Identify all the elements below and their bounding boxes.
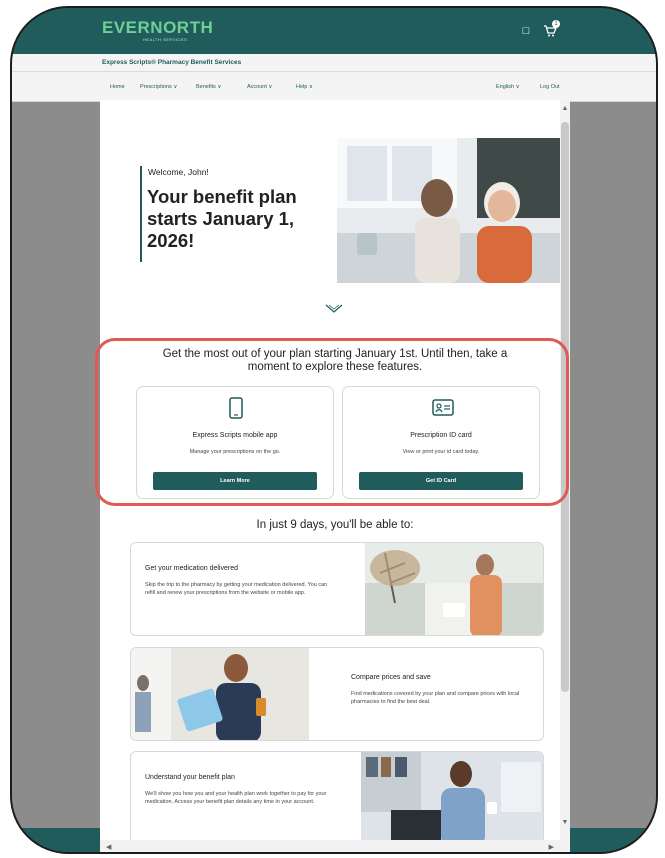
brand-bar: Express Scripts® Pharmacy Benefit Servic…	[12, 54, 656, 72]
welcome-text: Welcome, John!	[148, 167, 209, 177]
feature-delivery: Get your medication delivered Skip the t…	[130, 542, 544, 636]
main-nav: Home Prescriptions ∨ Benefits ∨ Account …	[12, 72, 656, 102]
scroll-left-icon[interactable]: ◀	[106, 843, 111, 851]
nav-help[interactable]: Help ∨	[296, 84, 313, 90]
benefit-plan-photo	[361, 752, 543, 844]
chevron-down-icon[interactable]	[325, 304, 343, 317]
nav-account[interactable]: Account ∨	[247, 84, 272, 90]
nav-home[interactable]: Home	[110, 84, 125, 90]
countdown-heading: In just 9 days, you'll be able to:	[256, 519, 414, 531]
brand-title: Express Scripts® Pharmacy Benefit Servic…	[102, 59, 242, 66]
cart-badge: 1	[552, 20, 560, 28]
top-header: EVERNORTH HEALTH SERVICES □ 1	[12, 8, 656, 54]
compare-photo	[131, 648, 309, 740]
delivery-photo	[365, 543, 543, 635]
nav-prescriptions[interactable]: Prescriptions ∨	[140, 84, 177, 90]
feature-description: We'll show you how you and your health p…	[145, 791, 327, 805]
nav-benefits[interactable]: Benefits ∨	[196, 84, 221, 90]
scroll-down-icon[interactable]: ▼	[560, 818, 570, 828]
horizontal-scrollbar[interactable]: ◀ ▶	[100, 840, 570, 852]
page-title: Your benefit plan starts January 1, 2026…	[147, 186, 297, 251]
logout-link[interactable]: Log Out	[540, 84, 560, 90]
features-highlight	[95, 338, 569, 506]
logo-subtitle: HEALTH SERVICES	[143, 37, 188, 42]
scroll-up-icon[interactable]: ▲	[560, 104, 570, 114]
feature-title: Get your medication delivered	[145, 565, 238, 572]
feature-description: Skip the trip to the pharmacy by getting…	[145, 582, 328, 596]
feature-description: Find medications covered by your plan an…	[351, 691, 520, 705]
feature-benefit-plan: Understand your benefit plan We'll show …	[130, 751, 544, 845]
hero-photo	[337, 138, 564, 283]
language-select[interactable]: English ∨	[496, 84, 520, 90]
bell-icon[interactable]: □	[519, 24, 533, 38]
evernorth-logo[interactable]: EVERNORTH	[102, 18, 213, 38]
scroll-right-icon[interactable]: ▶	[549, 843, 554, 851]
feature-title: Understand your benefit plan	[145, 774, 235, 781]
hero-accent-bar	[140, 166, 142, 262]
feature-compare-prices: Compare prices and save Find medications…	[130, 647, 544, 741]
feature-title: Compare prices and save	[351, 674, 431, 681]
